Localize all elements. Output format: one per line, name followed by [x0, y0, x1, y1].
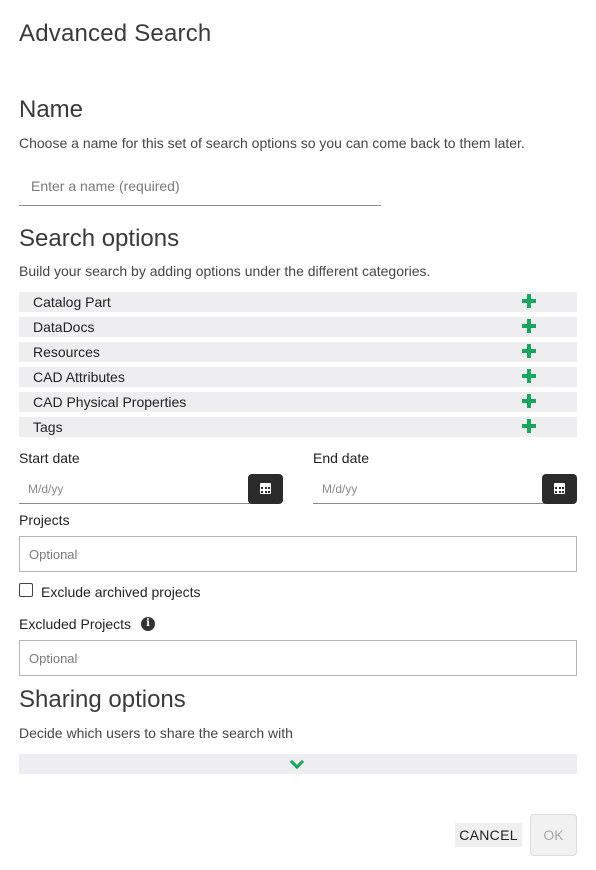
start-date-input[interactable]: [19, 474, 251, 504]
end-date-input[interactable]: [313, 474, 545, 504]
category-list: Catalog Part DataDocs Resources CAD Attr…: [19, 292, 577, 442]
calendar-icon: [260, 483, 271, 494]
plus-icon[interactable]: [522, 294, 536, 308]
plus-icon[interactable]: [522, 319, 536, 333]
category-label: CAD Attributes: [33, 369, 125, 385]
sharing-users-expander[interactable]: [19, 754, 577, 774]
category-catalog-part[interactable]: Catalog Part: [19, 292, 577, 312]
info-icon[interactable]: i: [141, 617, 155, 631]
projects-label: Projects: [19, 512, 70, 528]
ok-button[interactable]: OK: [530, 814, 577, 856]
search-name-input[interactable]: [19, 166, 381, 206]
search-options-description: Build your search by adding options unde…: [19, 263, 431, 279]
category-label: DataDocs: [33, 319, 95, 335]
calendar-icon: [554, 483, 565, 494]
chevron-down-icon: [289, 754, 305, 770]
excluded-projects-input[interactable]: [19, 640, 577, 676]
category-label: CAD Physical Properties: [33, 394, 187, 410]
exclude-archived-label: Exclude archived projects: [41, 584, 201, 600]
category-label: Catalog Part: [33, 294, 111, 310]
cancel-button[interactable]: CANCEL: [455, 823, 522, 847]
projects-input[interactable]: [19, 536, 577, 572]
sharing-options-heading: Sharing options: [19, 686, 186, 713]
plus-icon[interactable]: [522, 369, 536, 383]
exclude-archived-checkbox[interactable]: [19, 583, 33, 597]
category-tags[interactable]: Tags: [19, 417, 577, 437]
category-label: Resources: [33, 344, 100, 360]
start-date-label: Start date: [19, 450, 80, 466]
search-options-heading: Search options: [19, 225, 180, 252]
end-date-label: End date: [313, 450, 370, 466]
excluded-projects-label: Excluded Projects: [19, 616, 132, 632]
end-date-calendar-button[interactable]: [542, 474, 577, 504]
plus-icon[interactable]: [522, 394, 536, 408]
category-datadocs[interactable]: DataDocs: [19, 317, 577, 337]
dialog-title: Advanced Search: [19, 20, 212, 47]
plus-icon[interactable]: [522, 419, 536, 433]
sharing-options-description: Decide which users to share the search w…: [19, 725, 293, 741]
plus-icon[interactable]: [522, 344, 536, 358]
category-cad-attributes[interactable]: CAD Attributes: [19, 367, 577, 387]
category-resources[interactable]: Resources: [19, 342, 577, 362]
start-date-calendar-button[interactable]: [248, 474, 283, 504]
name-heading: Name: [19, 96, 84, 123]
category-cad-physical-properties[interactable]: CAD Physical Properties: [19, 392, 577, 412]
category-label: Tags: [33, 419, 63, 435]
name-description: Choose a name for this set of search opt…: [19, 135, 525, 151]
